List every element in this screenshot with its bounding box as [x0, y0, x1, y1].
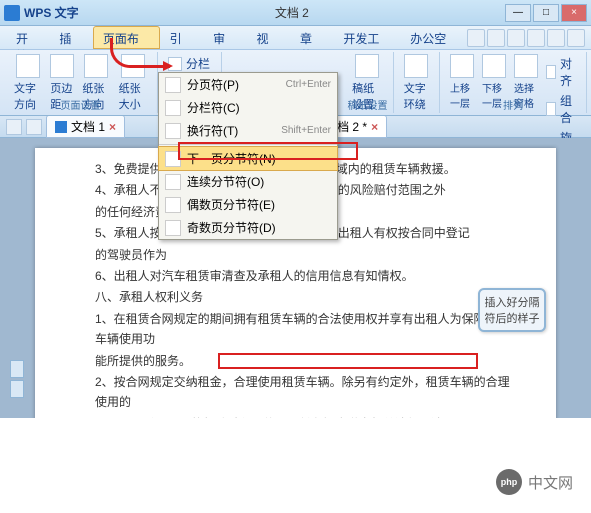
align-button[interactable]: 对齐	[542, 54, 580, 90]
orientation-icon	[84, 54, 108, 78]
tab-view[interactable]: 视图	[247, 26, 290, 49]
line-break-icon	[165, 123, 181, 139]
continuous-section-break-item[interactable]: 连续分节符(O)	[159, 170, 337, 193]
tab-review[interactable]: 审阅	[203, 26, 246, 49]
tab-sections[interactable]: 章节	[290, 26, 333, 49]
forward-icon	[450, 54, 474, 78]
qat-icon[interactable]	[527, 29, 545, 47]
section-break-icon	[165, 151, 181, 167]
document-tab[interactable]: 文档 1×	[46, 115, 125, 138]
even-page-section-break-item[interactable]: 偶数页分节符(E)	[159, 193, 337, 216]
group-label: 排列	[440, 97, 586, 112]
app-icon	[4, 5, 20, 21]
separator	[159, 144, 337, 145]
column-break-item[interactable]: 分栏符(C)	[159, 96, 337, 119]
qat-icon[interactable]	[507, 29, 525, 47]
qat-icon[interactable]	[467, 29, 485, 47]
page-break-item[interactable]: 分页符(P)Ctrl+Enter	[159, 73, 337, 96]
group-paper: 稿纸设置 稿纸设置	[342, 52, 394, 113]
section-break-icon	[165, 174, 181, 190]
columns-icon	[168, 57, 182, 71]
tab-start[interactable]: 开始	[6, 26, 49, 49]
group-label: 页面设置	[4, 97, 157, 112]
section-break-icon	[165, 220, 181, 236]
text-wrap-button[interactable]: 文字环绕	[400, 52, 433, 114]
margins-icon	[50, 54, 74, 78]
nav-forward-button[interactable]	[26, 119, 42, 135]
quick-access	[467, 26, 585, 49]
doc-icon	[55, 121, 67, 133]
backward-icon	[482, 54, 506, 78]
tab-insert[interactable]: 插入	[49, 26, 92, 49]
brand-logo: php	[496, 469, 522, 495]
nav-back-button[interactable]	[6, 119, 22, 135]
columns-button[interactable]: 分栏	[164, 54, 215, 73]
ribbon-tabs: 开始 插入 页面布局 引用 审阅 视图 章节 开发工具 办公空间	[0, 26, 591, 50]
title-bar: WPS 文字 文档 2 — □ ×	[0, 0, 591, 26]
next-page-section-break-item[interactable]: 下一页分节符(N)	[158, 146, 338, 171]
selection-icon	[514, 54, 538, 78]
section-break-icon	[165, 197, 181, 213]
line-break-item[interactable]: 换行符(T)Shift+Enter	[159, 119, 337, 142]
group-wrap: 文字环绕	[394, 52, 440, 113]
tab-page-layout[interactable]: 页面布局	[93, 26, 160, 49]
group-label: 稿纸设置	[342, 97, 393, 112]
minimize-button[interactable]: —	[505, 4, 531, 22]
odd-page-section-break-item[interactable]: 奇数页分节符(D)	[159, 216, 337, 239]
tab-close-icon[interactable]: ×	[109, 120, 116, 134]
tab-close-icon[interactable]: ×	[371, 120, 378, 134]
qat-icon[interactable]	[547, 29, 565, 47]
document-title: 文档 2	[79, 4, 505, 21]
close-button[interactable]: ×	[561, 4, 587, 22]
maximize-button[interactable]: □	[533, 4, 559, 22]
tab-references[interactable]: 引用	[160, 26, 203, 49]
qat-icon[interactable]	[487, 29, 505, 47]
tab-office-space[interactable]: 办公空间	[400, 26, 467, 49]
watermark: php 中文网	[496, 469, 573, 495]
text-direction-icon	[16, 54, 40, 78]
paper-size-icon	[121, 54, 145, 78]
paper-icon	[355, 54, 379, 78]
app-name: WPS 文字	[24, 4, 79, 21]
page-indicator	[8, 358, 26, 400]
breaks-dropdown: 分页符(P)Ctrl+Enter 分栏符(C) 换行符(T)Shift+Ente…	[158, 72, 338, 240]
align-icon	[546, 65, 556, 79]
page-break-icon	[165, 77, 181, 93]
tab-developer[interactable]: 开发工具	[333, 26, 400, 49]
group-breaks: 分栏 分隔符▾ 分页符(P)Ctrl+Enter 分栏符(C) 换行符(T)Sh…	[158, 52, 222, 113]
ribbon: 文字方向 页边距 纸张方向 纸张大小 页面设置 分栏 分隔符▾ 分页符(P)Ct…	[0, 50, 591, 116]
group-arrange: 上移一层 下移一层 选择窗格 对齐 组合 旋转 排列	[440, 52, 587, 113]
wrap-icon	[404, 54, 428, 78]
brand-text: 中文网	[528, 472, 573, 493]
column-break-icon	[165, 100, 181, 116]
group-page-setup: 文字方向 页边距 纸张方向 纸张大小 页面设置	[4, 52, 158, 113]
annotation-callout: 插入好分隔符后的样子	[478, 288, 546, 332]
qat-icon[interactable]	[567, 29, 585, 47]
